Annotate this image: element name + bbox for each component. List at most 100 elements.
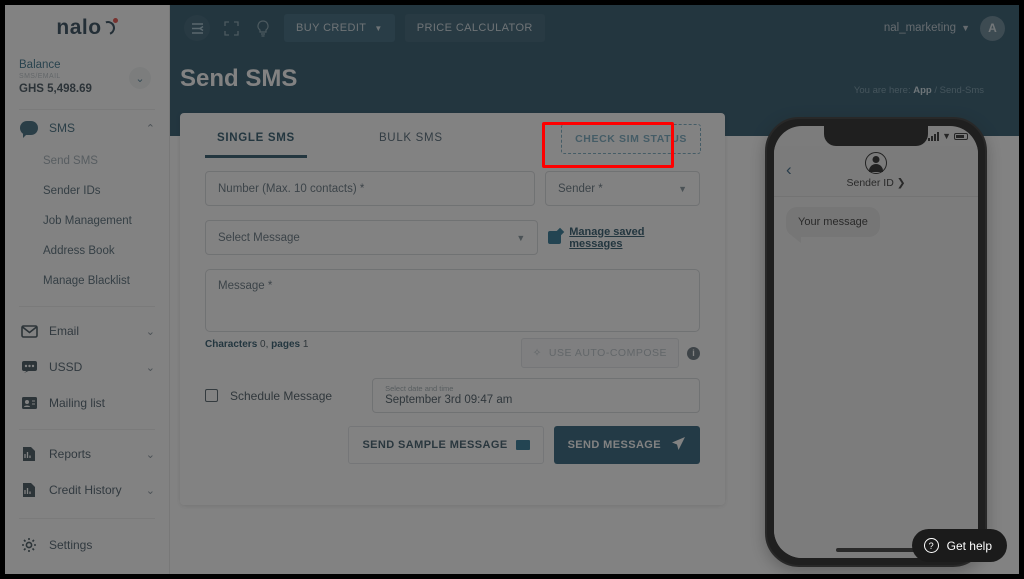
sidebar-item-label: USSD: [49, 360, 83, 374]
ussd-icon: [19, 360, 39, 375]
get-help-label: Get help: [946, 538, 992, 553]
user-menu[interactable]: nal_marketing ▼: [884, 22, 970, 34]
send-message-button[interactable]: SEND MESSAGE: [553, 426, 700, 464]
phone-preview: ▼ ‹ Sender ID ❯ Your message: [765, 117, 987, 567]
schedule-label: Schedule Message: [230, 388, 333, 403]
phone-message-area: Your message: [774, 197, 978, 558]
number-input[interactable]: Number (Max. 10 contacts) *: [205, 171, 535, 206]
hamburger-icon[interactable]: [184, 15, 210, 41]
fullscreen-icon[interactable]: [220, 17, 242, 39]
chevron-down-icon: ⌄: [145, 325, 155, 338]
check-sim-status-label: CHECK SIM STATUS: [575, 133, 687, 145]
report-glyph: [23, 447, 35, 461]
sidebar-item-sms[interactable]: SMS ⌃: [5, 110, 169, 146]
counter-pages-value: 1: [302, 339, 309, 350]
lightbulb-icon[interactable]: [252, 17, 274, 39]
sidebar-divider: [19, 429, 155, 430]
sidebar-subitem-label: Sender IDs: [43, 185, 101, 197]
tab-single-sms[interactable]: SINGLE SMS: [205, 118, 307, 158]
sender-select[interactable]: Sender * ▼: [545, 171, 700, 206]
username-label: nal_marketing: [883, 22, 957, 34]
sidebar-item-mailing-list[interactable]: Mailing list: [5, 385, 169, 421]
sidebar-item-label: SMS: [49, 121, 76, 135]
message-placeholder: Message *: [218, 280, 273, 292]
logo-dot: [112, 18, 118, 23]
check-sim-status-button[interactable]: CHECK SIM STATUS: [561, 124, 701, 154]
app-screen: Send SMS You are here: App / Send-Sms BU…: [5, 5, 1019, 574]
send-message-label: SEND MESSAGE: [567, 439, 661, 451]
price-calculator-button[interactable]: PRICE CALCULATOR: [404, 14, 545, 42]
avatar[interactable]: A: [980, 15, 1005, 41]
chevron-up-icon: ⌃: [145, 122, 155, 135]
credit-history-icon: [19, 482, 39, 498]
card-tabs: SINGLE SMS BULK SMS CHECK SIM STATUS: [180, 113, 725, 163]
schedule-date-hint: Select date and time: [385, 384, 454, 393]
sidebar-item-label: Email: [49, 324, 80, 338]
hamburger-glyph: [191, 22, 203, 34]
manage-saved-messages-label: Manage saved messages: [569, 225, 645, 250]
breadcrumb-app[interactable]: App: [913, 85, 931, 96]
select-message-placeholder: Select Message: [218, 231, 300, 244]
send-sms-form: Number (Max. 10 contacts) * Sender * ▼ S…: [180, 163, 725, 464]
manage-saved-messages-link[interactable]: Manage saved messages: [548, 220, 700, 255]
mailing-list-icon: [19, 396, 39, 410]
mailing-list-glyph: [21, 397, 37, 409]
sidebar-item-sender-ids[interactable]: Sender IDs: [5, 176, 169, 206]
chevron-down-icon: ▼: [374, 23, 383, 33]
schedule-checkbox[interactable]: [205, 389, 218, 402]
tab-bulk-sms[interactable]: BULK SMS: [367, 118, 455, 158]
sidebar-item-credit-history[interactable]: Credit History ⌄: [5, 472, 169, 508]
phone-sender-id[interactable]: Sender ID ❯: [786, 177, 966, 189]
sidebar-item-address-book[interactable]: Address Book: [5, 236, 169, 266]
sidebar: nalo Balance SMS/EMAIL GHS 5,498.69 ⌄ SM…: [5, 5, 170, 574]
breadcrumb-current: Send-Sms: [939, 85, 984, 96]
price-calculator-label: PRICE CALCULATOR: [416, 22, 533, 34]
envelope-icon: [19, 324, 39, 338]
phone-conversation-header: ‹ Sender ID ❯: [774, 146, 978, 197]
schedule-row: Schedule Message Select date and time Se…: [205, 378, 700, 413]
envelope-glyph: [20, 324, 38, 338]
balance-widget[interactable]: Balance SMS/EMAIL GHS 5,498.69 ⌄: [5, 51, 169, 105]
select-message-dropdown[interactable]: Select Message ▼: [205, 220, 539, 255]
signal-icon: [928, 131, 940, 141]
sidebar-item-job-management[interactable]: Job Management: [5, 206, 169, 236]
avatar-letter: A: [988, 21, 997, 35]
lightbulb-glyph: [257, 19, 269, 37]
logo-orbit-icon: [98, 18, 118, 38]
chevron-left-icon[interactable]: ‹: [786, 160, 792, 180]
info-glyph: i: [692, 348, 695, 358]
credit-history-glyph: [23, 483, 35, 497]
sidebar-item-email[interactable]: Email ⌄: [5, 313, 169, 349]
chevron-down-icon[interactable]: ⌄: [129, 67, 151, 89]
chat-bubble-glyph: [20, 121, 38, 138]
sidebar-item-settings[interactable]: Settings: [5, 527, 169, 563]
sidebar-subitem-label: Manage Blacklist: [43, 275, 130, 287]
breadcrumb: You are here: App / Send-Sms: [854, 85, 984, 96]
sidebar-item-send-sms[interactable]: Send SMS: [5, 146, 169, 176]
form-row-recipients: Number (Max. 10 contacts) * Sender * ▼: [205, 171, 700, 206]
schedule-datetime-input[interactable]: Select date and time September 3rd 09:47…: [372, 378, 700, 413]
envelope-icon: [515, 440, 530, 450]
fullscreen-glyph: [223, 20, 239, 36]
message-textarea[interactable]: Message *: [205, 269, 700, 332]
report-icon: [19, 446, 39, 462]
sidebar-subitem-label: Job Management: [43, 215, 132, 227]
page-title: Send SMS: [180, 65, 298, 92]
use-auto-compose-button[interactable]: ✧ USE AUTO-COMPOSE: [520, 338, 679, 368]
gear-icon: [19, 537, 39, 553]
sidebar-item-manage-blacklist[interactable]: Manage Blacklist: [5, 266, 169, 296]
info-icon[interactable]: i: [687, 346, 700, 360]
sidebar-item-label: Reports: [49, 447, 92, 461]
auto-compose-label: USE AUTO-COMPOSE: [548, 347, 667, 359]
send-sample-message-button[interactable]: SEND SAMPLE MESSAGE: [348, 426, 544, 464]
sidebar-subitem-label: Address Book: [43, 245, 115, 257]
phone-home-indicator: [836, 548, 916, 552]
get-help-button[interactable]: ? Get help: [911, 529, 1007, 562]
sidebar-item-reports[interactable]: Reports ⌄: [5, 436, 169, 472]
sidebar-item-ussd[interactable]: USSD ⌄: [5, 349, 169, 385]
buy-credit-button[interactable]: BUY CREDIT ▼: [284, 14, 395, 42]
logo[interactable]: nalo: [5, 5, 169, 51]
sparkle-icon: ✧: [532, 347, 542, 359]
breadcrumb-sep: /: [934, 85, 937, 96]
sender-placeholder: Sender *: [558, 182, 603, 195]
